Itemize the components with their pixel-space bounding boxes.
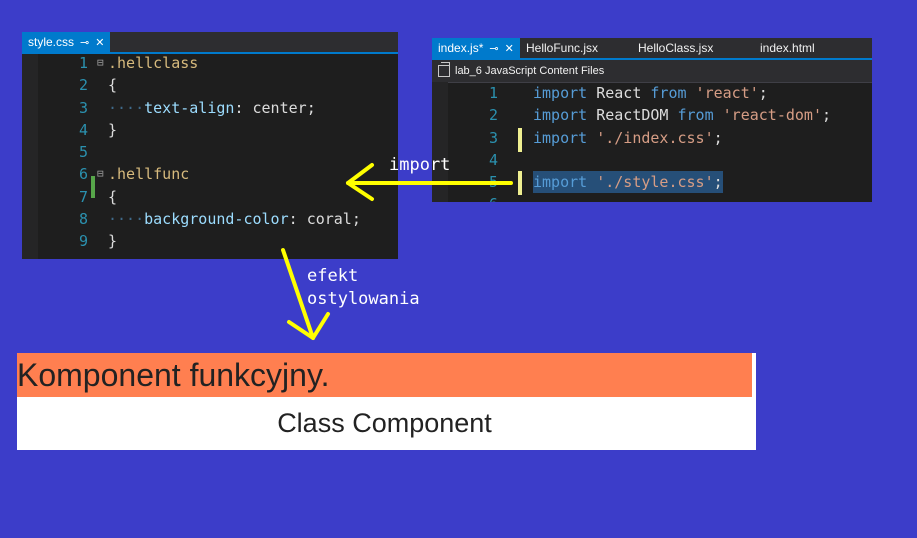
class-component-text: Class Component [277, 408, 492, 438]
functional-component-block: Komponent funkcyjny. [17, 353, 752, 397]
import-label: import [389, 155, 451, 175]
effect-label-line-2: ostylowania [307, 289, 420, 309]
annotation-arrows [281, 163, 513, 340]
rendered-preview: Komponent funkcyjny. Class Component [17, 353, 756, 450]
effect-label-line-1: efekt [307, 266, 359, 286]
functional-component-text: Komponent funkcyjny. [17, 357, 330, 393]
